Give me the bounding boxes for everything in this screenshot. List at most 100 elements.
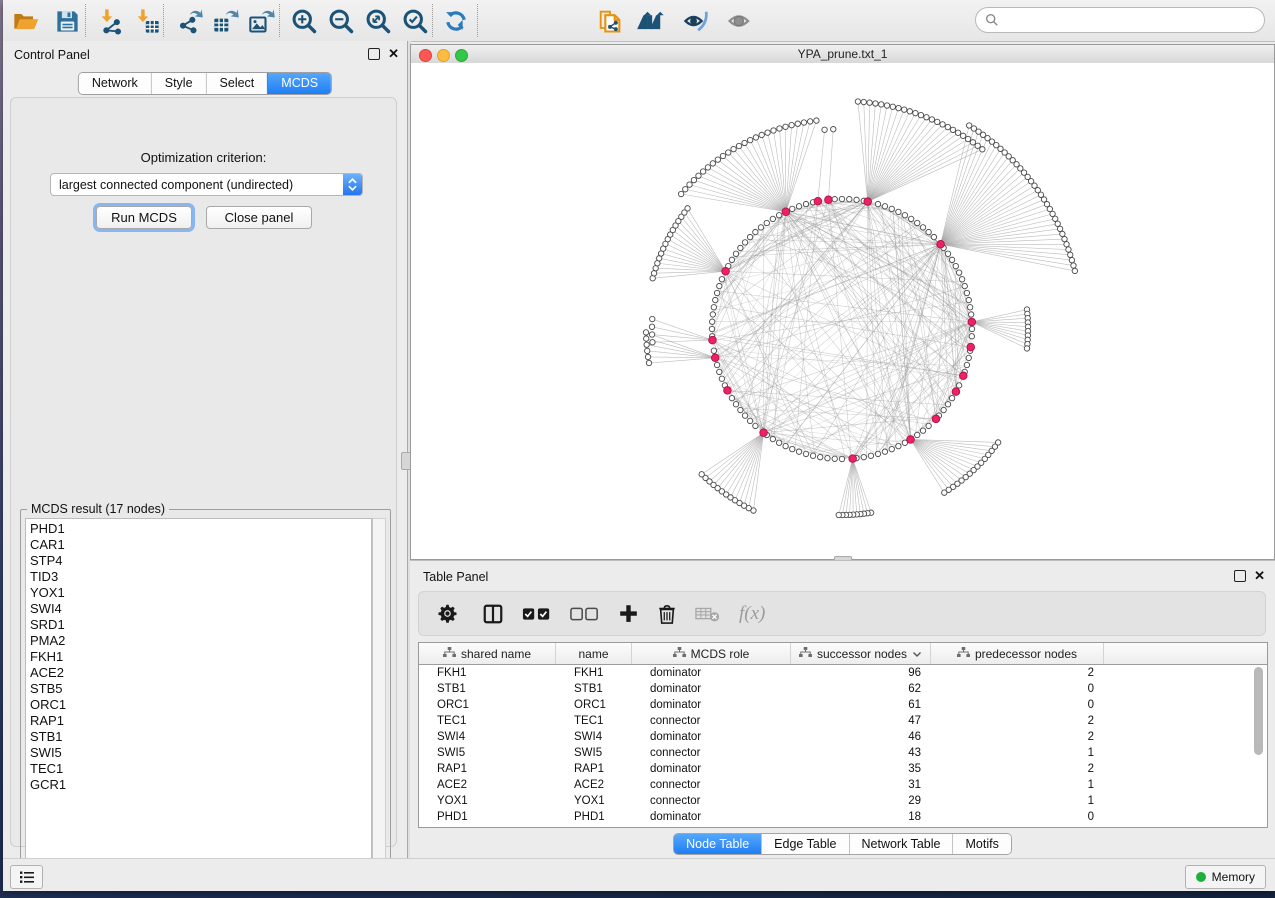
mcds-result-item[interactable]: RAP1 (30, 713, 371, 729)
graph-node[interactable] (710, 319, 715, 324)
table-row[interactable]: YOX1YOX1connector291 (419, 793, 1267, 809)
task-history-button[interactable] (10, 865, 43, 889)
zoom-selected-icon[interactable] (400, 6, 430, 36)
network-window-titlebar[interactable]: YPA_prune.txt_1 (411, 45, 1274, 64)
mcds-result-item[interactable]: TID3 (30, 569, 371, 585)
graph-leaf-node[interactable] (980, 147, 985, 152)
graph-leaf-node[interactable] (700, 169, 705, 174)
graph-node[interactable] (753, 229, 758, 234)
table-scrollbar[interactable] (1253, 667, 1265, 825)
graph-leaf-node[interactable] (890, 104, 895, 109)
tab-network-table[interactable]: Network Table (849, 834, 953, 854)
graph-leaf-node[interactable] (1024, 346, 1029, 351)
tab-edge-table[interactable]: Edge Table (761, 834, 848, 854)
graph-node[interactable] (783, 443, 788, 448)
column-header-MCDS-role[interactable]: MCDS role (632, 643, 791, 664)
graph-node[interactable] (889, 446, 894, 451)
mcds-result-item[interactable]: SRD1 (30, 617, 371, 633)
graph-node[interactable] (956, 383, 961, 388)
graph-leaf-node[interactable] (907, 109, 912, 114)
mcds-result-item[interactable]: GCR1 (30, 777, 371, 793)
graph-node[interactable] (920, 428, 925, 433)
graph-leaf-node[interactable] (1071, 263, 1076, 268)
graph-node[interactable] (882, 204, 887, 209)
graph-hub-node-selected[interactable] (709, 336, 717, 344)
graph-node[interactable] (949, 395, 954, 400)
graph-leaf-node[interactable] (873, 101, 878, 106)
search-input[interactable] (1004, 12, 1264, 28)
graph-leaf-node[interactable] (649, 324, 654, 329)
graph-leaf-node[interactable] (720, 153, 725, 158)
graph-node[interactable] (753, 423, 758, 428)
table-row[interactable]: RAP1RAP1dominator352 (419, 761, 1267, 777)
graph-leaf-node[interactable] (913, 110, 918, 115)
export-table-icon[interactable] (211, 6, 241, 36)
network-canvas[interactable] (411, 63, 1274, 559)
graph-hub-node-selected[interactable] (711, 354, 719, 362)
graph-hub-node-selected[interactable] (722, 267, 730, 275)
mcds-result-item[interactable]: ACE2 (30, 665, 371, 681)
graph-node[interactable] (738, 245, 743, 250)
graph-node[interactable] (719, 277, 724, 282)
graph-leaf-node[interactable] (650, 276, 655, 281)
graph-leaf-node[interactable] (687, 182, 692, 187)
graph-node[interactable] (719, 376, 724, 381)
graph-leaf-node[interactable] (975, 143, 980, 148)
graph-leaf-node[interactable] (1060, 231, 1065, 236)
graph-hub-node-selected[interactable] (864, 198, 872, 206)
graph-leaf-node[interactable] (1057, 226, 1062, 231)
graph-node[interactable] (868, 453, 873, 458)
graph-leaf-node[interactable] (649, 332, 654, 337)
graph-node[interactable] (945, 251, 950, 256)
graph-leaf-node[interactable] (643, 330, 648, 335)
graph-leaf-node[interactable] (965, 136, 970, 141)
graph-leaf-node[interactable] (901, 107, 906, 112)
graph-node[interactable] (770, 436, 775, 441)
graph-hub-node-selected[interactable] (814, 197, 822, 205)
graph-node[interactable] (776, 440, 781, 445)
graph-node[interactable] (729, 257, 734, 262)
graph-hub-node-selected[interactable] (782, 208, 790, 216)
mcds-result-item[interactable]: STB5 (30, 681, 371, 697)
graph-node[interactable] (969, 334, 974, 339)
graph-node[interactable] (729, 395, 734, 400)
graph-leaf-node[interactable] (777, 126, 782, 131)
graph-node[interactable] (889, 206, 894, 211)
graph-node[interactable] (714, 290, 719, 295)
memory-button[interactable]: Memory (1185, 865, 1266, 889)
graph-leaf-node[interactable] (685, 206, 690, 211)
graph-node[interactable] (747, 234, 752, 239)
graph-hub-node-selected[interactable] (724, 387, 732, 395)
graph-node[interactable] (941, 407, 946, 412)
graph-leaf-node[interactable] (801, 120, 806, 125)
table-scrollbar-thumb[interactable] (1254, 667, 1263, 755)
table-row[interactable]: SWI4SWI4dominator462 (419, 729, 1267, 745)
graph-hub-node-selected[interactable] (825, 196, 833, 204)
graph-node[interactable] (711, 348, 716, 353)
graph-leaf-node[interactable] (924, 115, 929, 120)
graph-leaf-node[interactable] (836, 512, 841, 517)
graph-leaf-node[interactable] (1064, 242, 1069, 247)
graph-leaf-node[interactable] (945, 124, 950, 129)
criterion-select[interactable]: largest connected component (undirected) (50, 173, 363, 196)
graph-node[interactable] (902, 213, 907, 218)
graph-node[interactable] (810, 453, 815, 458)
graph-node[interactable] (825, 455, 830, 460)
graph-node[interactable] (969, 326, 974, 331)
graph-leaf-node[interactable] (1055, 221, 1060, 226)
graph-leaf-node[interactable] (884, 103, 889, 108)
graph-leaf-node[interactable] (736, 143, 741, 148)
table-row[interactable]: SWI5SWI5connector431 (419, 745, 1267, 761)
tab-network[interactable]: Network (79, 73, 151, 94)
graph-node[interactable] (966, 297, 971, 302)
graph-node[interactable] (896, 209, 901, 214)
zoom-out-icon[interactable] (326, 6, 356, 36)
graph-node[interactable] (742, 413, 747, 418)
graph-node[interactable] (709, 326, 714, 331)
graph-leaf-node[interactable] (970, 140, 975, 145)
graph-node[interactable] (714, 362, 719, 367)
close-panel-icon[interactable]: ✕ (388, 49, 399, 59)
graph-leaf-node[interactable] (691, 177, 696, 182)
graph-leaf-node[interactable] (644, 342, 649, 347)
first-neighbors-icon[interactable] (636, 6, 666, 36)
